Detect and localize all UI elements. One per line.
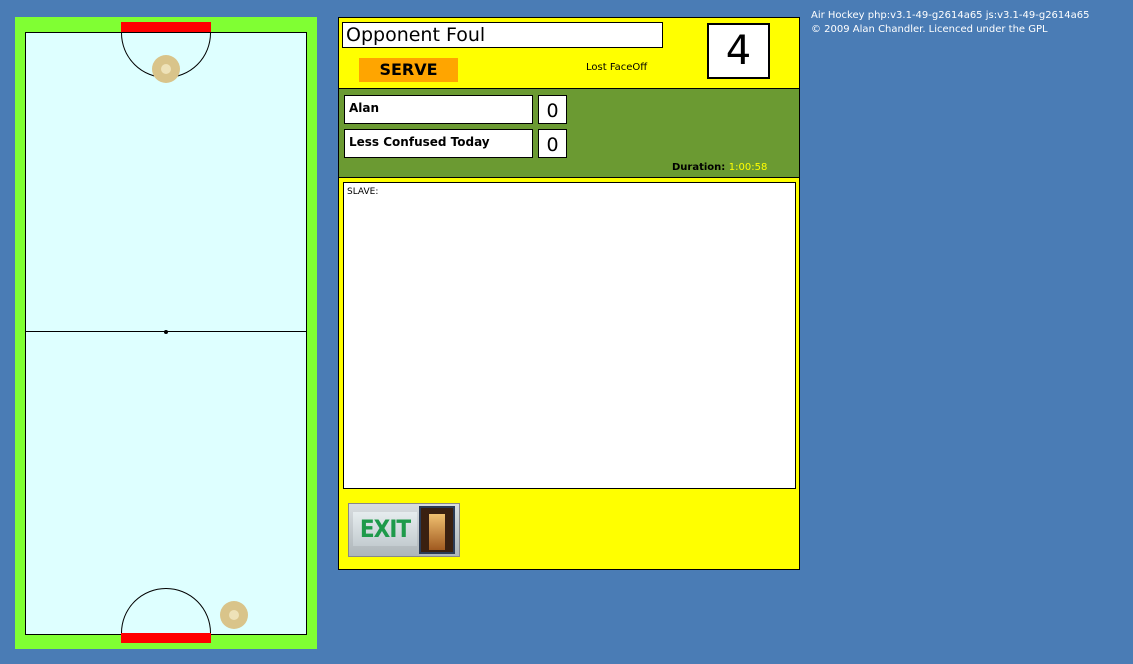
game-status: Lost FaceOff (586, 62, 648, 73)
countdown-display: 4 (707, 23, 770, 79)
door-icon (419, 506, 455, 554)
duration-value: 1:00:58 (728, 162, 768, 173)
duration: Duration: 1:00:58 (672, 162, 767, 173)
player-name: Alan (344, 95, 533, 124)
duration-label: Duration: (672, 162, 726, 173)
opponent-name: Less Confused Today (344, 129, 533, 158)
player-score: 0 (538, 95, 567, 124)
opponent-goal (121, 22, 211, 32)
opponent-mallet (152, 55, 180, 83)
scoreboard: Alan 0 Less Confused Today 0 Duration: 1… (339, 88, 799, 178)
exit-button[interactable]: EXIT (348, 503, 460, 557)
game-panel: Opponent Foul SERVE Lost FaceOff 4 Alan … (338, 17, 800, 570)
message-display: Opponent Foul (342, 22, 663, 48)
player-mallet[interactable] (220, 601, 248, 629)
player-goal (121, 633, 211, 643)
message-log: SLAVE: (343, 182, 796, 489)
center-spot (164, 330, 168, 334)
opponent-score: 0 (538, 129, 567, 158)
copyright: © 2009 Alan Chandler. Licenced under the… (811, 24, 1048, 35)
exit-sign-label: EXIT (353, 512, 417, 546)
credits: Air Hockey php:v3.1-49-g2614a65 js:v3.1-… (811, 9, 1090, 37)
bottom-goal-crease (121, 588, 211, 634)
version-info: Air Hockey php:v3.1-49-g2614a65 js:v3.1-… (811, 10, 1090, 21)
serve-button[interactable]: SERVE (359, 58, 458, 82)
